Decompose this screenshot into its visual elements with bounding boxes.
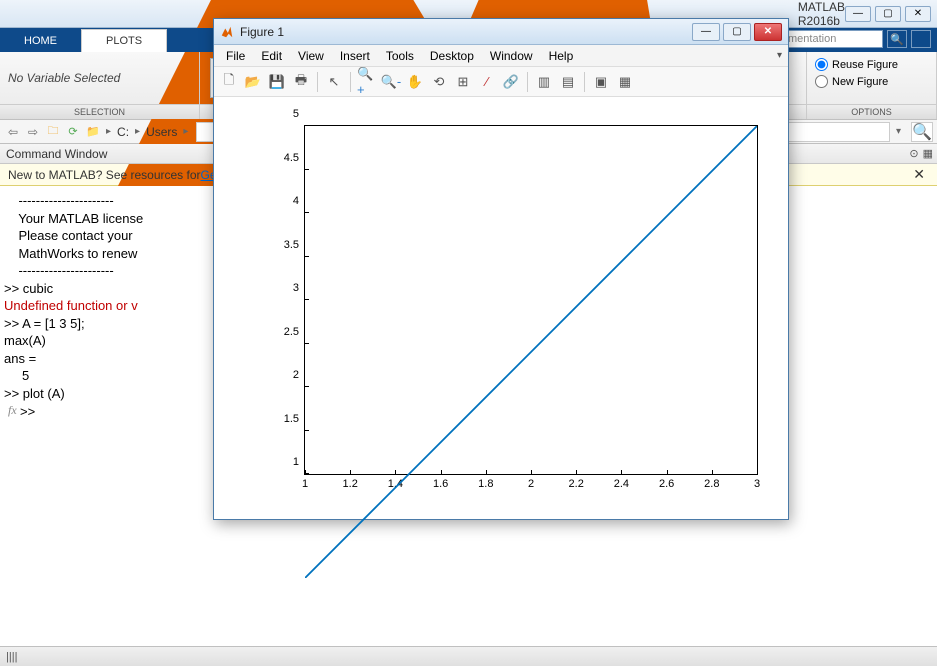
reuse-figure-radio[interactable]: Reuse Figure bbox=[815, 58, 898, 71]
menu-desktop[interactable]: Desktop bbox=[422, 47, 482, 65]
options-section-label: OPTIONS bbox=[807, 104, 936, 119]
pan-icon[interactable]: ✋ bbox=[404, 71, 426, 93]
insert-colorbar-icon[interactable]: ▥ bbox=[533, 71, 555, 93]
hide-plot-tools-icon[interactable]: ▣ bbox=[590, 71, 612, 93]
search-input[interactable] bbox=[783, 30, 883, 48]
path-search-button[interactable]: 🔍 bbox=[911, 122, 933, 142]
figure-logo-icon bbox=[220, 25, 234, 39]
zoom-in-icon[interactable]: 🔍+ bbox=[356, 71, 378, 93]
search-button[interactable]: 🔍 bbox=[887, 30, 907, 48]
banner-close-button[interactable]: ✕ bbox=[909, 166, 929, 183]
new-figure-icon[interactable]: 🗋 bbox=[218, 71, 240, 93]
show-plot-tools-icon[interactable]: ▦ bbox=[614, 71, 636, 93]
up-folder-icon[interactable]: 🗀 bbox=[44, 123, 62, 141]
link-plot-icon[interactable]: 🔗 bbox=[500, 71, 522, 93]
cw-actions-icon[interactable]: ⊙ bbox=[909, 147, 918, 160]
figure-menubar: File Edit View Insert Tools Desktop Wind… bbox=[214, 45, 788, 67]
ytick: 4.5 bbox=[284, 152, 299, 164]
edit-plot-icon[interactable]: ↖ bbox=[323, 71, 345, 93]
menu-help[interactable]: Help bbox=[541, 47, 582, 65]
path-dropdown-icon[interactable]: ▾ bbox=[892, 126, 905, 137]
menu-tools[interactable]: Tools bbox=[378, 47, 422, 65]
figure-toolbar: 🗋 📂 💾 🖶 ↖ 🔍+ 🔍- ✋ ⟲ ⊞ ⁄ 🔗 ▥ ▤ ▣ ▦ bbox=[214, 67, 788, 97]
figure-title: Figure 1 bbox=[240, 25, 692, 39]
ytick: 3.5 bbox=[284, 239, 299, 251]
menu-window[interactable]: Window bbox=[482, 47, 541, 65]
tab-plots[interactable]: PLOTS bbox=[81, 29, 167, 52]
new-figure-radio[interactable]: New Figure bbox=[815, 75, 888, 88]
figure-window: Figure 1 — ▢ ✕ File Edit View Insert Too… bbox=[213, 18, 789, 520]
ytick: 5 bbox=[293, 108, 299, 120]
tab-home[interactable]: HOME bbox=[0, 30, 81, 52]
data-cursor-icon[interactable]: ⊞ bbox=[452, 71, 474, 93]
app-title: MATLAB R2016b bbox=[798, 0, 845, 28]
menu-view[interactable]: View bbox=[290, 47, 332, 65]
ytick: 1 bbox=[293, 456, 299, 468]
plot-line bbox=[305, 126, 757, 578]
figure-menu-dropdown-icon[interactable]: ▾ bbox=[777, 50, 782, 61]
menu-edit[interactable]: Edit bbox=[253, 47, 290, 65]
selection-section-label: SELECTION bbox=[0, 104, 199, 119]
ytick: 1.5 bbox=[284, 413, 299, 425]
figure-canvas[interactable]: 1 1.5 2 2.5 3 3.5 4 4.5 5 1 1.2 1.4 1.6 … bbox=[214, 97, 788, 519]
ytick: 4 bbox=[293, 195, 299, 207]
figure-close-button[interactable]: ✕ bbox=[754, 23, 782, 41]
menu-insert[interactable]: Insert bbox=[332, 47, 378, 65]
forward-button[interactable]: ⇨ bbox=[24, 123, 42, 141]
back-button[interactable]: ⇦ bbox=[4, 123, 22, 141]
status-indicator: |||| bbox=[6, 651, 17, 663]
maximize-button[interactable]: ▢ bbox=[875, 6, 901, 22]
ytick: 3 bbox=[293, 282, 299, 294]
status-bar: |||| bbox=[0, 646, 937, 666]
browse-folder-icon[interactable]: 📁 bbox=[84, 123, 102, 141]
figure-minimize-button[interactable]: — bbox=[692, 23, 720, 41]
brush-icon[interactable]: ⁄ bbox=[476, 71, 498, 93]
insert-legend-icon[interactable]: ▤ bbox=[557, 71, 579, 93]
ytick: 2 bbox=[293, 369, 299, 381]
figure-maximize-button[interactable]: ▢ bbox=[723, 23, 751, 41]
save-icon[interactable]: 💾 bbox=[266, 71, 288, 93]
path-seg-users[interactable]: Users bbox=[144, 125, 179, 139]
cw-layout-icon[interactable]: ▦ bbox=[923, 147, 933, 160]
ytick: 2.5 bbox=[284, 326, 299, 338]
figure-titlebar[interactable]: Figure 1 — ▢ ✕ bbox=[214, 19, 788, 45]
plot-axes[interactable]: 1 1.5 2 2.5 3 3.5 4 4.5 5 1 1.2 1.4 1.6 … bbox=[304, 125, 758, 475]
help-dropdown[interactable] bbox=[911, 30, 931, 48]
no-variable-label: No Variable Selected bbox=[8, 71, 120, 85]
command-window-title: Command Window bbox=[6, 147, 107, 161]
fx-prompt-icon[interactable]: fx bbox=[8, 403, 17, 418]
folder-icon[interactable]: ⟳ bbox=[64, 123, 82, 141]
menu-file[interactable]: File bbox=[218, 47, 253, 65]
close-button[interactable]: ✕ bbox=[905, 6, 931, 22]
minimize-button[interactable]: — bbox=[845, 6, 871, 22]
print-icon[interactable]: 🖶 bbox=[290, 71, 312, 93]
banner-text: New to MATLAB? See resources for bbox=[8, 168, 201, 182]
rotate-3d-icon[interactable]: ⟲ bbox=[428, 71, 450, 93]
zoom-out-icon[interactable]: 🔍- bbox=[380, 71, 402, 93]
open-icon[interactable]: 📂 bbox=[242, 71, 264, 93]
path-drive[interactable]: C: bbox=[115, 125, 131, 139]
